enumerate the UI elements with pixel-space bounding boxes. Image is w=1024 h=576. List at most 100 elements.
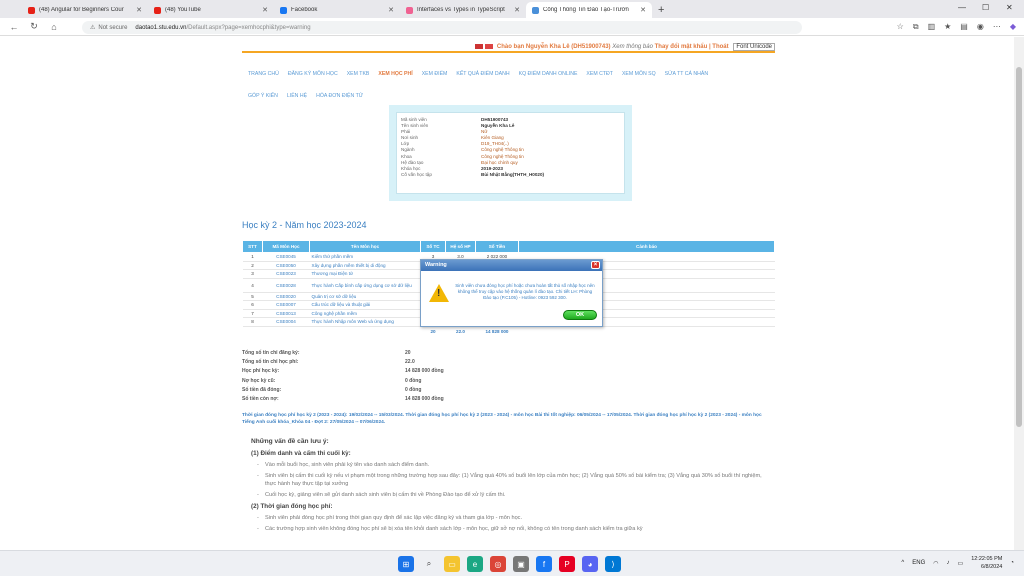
scrollbar-thumb[interactable] <box>1016 67 1022 427</box>
profile-icon[interactable]: ◉ <box>977 22 984 32</box>
nav-item[interactable]: XEM ĐIỂM <box>422 71 448 77</box>
column-header: Tên Môn học <box>309 240 421 253</box>
clock-date: 6/8/2024 <box>980 564 1003 570</box>
star-icon[interactable]: ☆ <box>897 22 904 32</box>
file-explorer-icon[interactable]: ▭ <box>444 556 460 572</box>
table-cell-empty <box>263 326 310 337</box>
tab-close-icon[interactable]: ✕ <box>388 6 394 14</box>
column-header: Mã Môn Học <box>262 240 310 253</box>
user-bar: Chào bạn Nguyễn Kha Lê (DH51900743) Xem … <box>242 43 775 51</box>
info-value: Bùi Nhật Bằng(THTH_H0020) <box>481 171 545 177</box>
table-cell-code: CSE0020 <box>262 292 310 301</box>
window-maximize-icon[interactable]: ☐ <box>982 3 989 12</box>
wifi-icon[interactable]: ◠ <box>933 560 938 567</box>
search-icon[interactable]: ⌕ <box>421 556 437 572</box>
favorites-icon[interactable]: ★ <box>944 22 951 32</box>
table-cell-code: CSE0023 <box>262 269 310 279</box>
nav-item[interactable]: GÓP Ý KIẾN <box>248 93 278 99</box>
note-item: Các trường hợp sinh viên không đóng học … <box>257 525 771 533</box>
tab-close-icon[interactable]: ✕ <box>136 6 142 14</box>
nav-item[interactable]: XEM CTĐT <box>586 71 613 77</box>
battery-icon[interactable]: ▭ <box>958 560 964 567</box>
browser-tab[interactable]: Facebook ✕ <box>274 2 400 18</box>
pinterest-icon[interactable]: P <box>559 556 575 572</box>
table-cell-empty <box>310 326 421 337</box>
browser-tab[interactable]: Interfaces vs Types in TypeScript ✕ <box>400 2 526 18</box>
close-icon[interactable]: × <box>591 261 600 269</box>
table-cell-stt: 8 <box>242 317 263 327</box>
vscode-icon[interactable]: ⟩ <box>605 556 621 572</box>
summary-value: 0 đồng <box>405 386 422 393</box>
store-icon[interactable]: ▣ <box>513 556 529 572</box>
nav-item[interactable]: HÓA ĐƠN ĐIỆN TỬ <box>316 93 363 99</box>
nav-item[interactable]: ĐĂNG KÝ MÔN HỌC <box>288 71 338 77</box>
split-icon[interactable]: ▥ <box>928 22 936 32</box>
nav-item[interactable]: TRANG CHỦ <box>248 71 279 77</box>
home-icon[interactable]: ⌂ <box>46 22 62 32</box>
chrome-icon[interactable]: ◎ <box>490 556 506 572</box>
summary-value: 14 828 000 đồng <box>405 368 444 375</box>
column-header: Số Tiền <box>475 240 519 253</box>
window-minimize-icon[interactable]: — <box>958 3 966 12</box>
edge-icon[interactable]: e <box>467 556 483 572</box>
flag-icon <box>485 43 494 49</box>
tray-chevron-icon[interactable]: ^ <box>901 560 904 566</box>
facebook-icon[interactable]: f <box>536 556 552 572</box>
main-nav: TRANG CHỦ ĐĂNG KÝ MÔN HỌC XEM TKB XEM HỌC P… <box>248 63 768 107</box>
nav-item[interactable]: SỬA TT CÁ NHÂN <box>665 71 708 77</box>
extensions-icon[interactable]: ⧉ <box>913 22 919 32</box>
tab-title: Facebook <box>291 7 318 13</box>
summary-label: Tổng số tín chỉ học phí: <box>242 359 299 366</box>
language-indicator[interactable]: ENG <box>912 560 925 566</box>
tab-favicon-icon <box>532 6 539 14</box>
nav-item[interactable]: XEM MÔN SQ <box>622 71 656 77</box>
warning-icon: ⚠ <box>90 25 96 31</box>
table-cell-name: Thực hành Nhập môn Web và ứng dụng <box>309 317 421 327</box>
ok-button[interactable]: OK <box>563 310 597 320</box>
back-icon[interactable]: ← <box>6 22 22 32</box>
windows-start-icon[interactable]: ⊞ <box>398 556 414 572</box>
nav-item[interactable]: LIÊN HỆ <box>287 93 307 99</box>
browser-tab[interactable]: (48) Angular for Beginners Cour ✕ <box>22 2 148 18</box>
account-actions[interactable]: Thay đổi mật khẩu | Thoát <box>655 44 729 50</box>
address-bar[interactable]: ⚠ Not secure daotao1.stu.edu.vn /Default… <box>82 21 802 34</box>
tab-close-icon[interactable]: ✕ <box>262 6 268 14</box>
summary-row: Tổng số tín chỉ học phí: 22.0 <box>242 358 444 367</box>
nav-item[interactable]: KẾT QUẢ ĐIỂM DANH <box>456 71 509 77</box>
browser-extension-icons: ☆ ⧉ ▥ ★ ▤ ◉ ⋯ ◆ <box>897 22 1016 32</box>
system-clock[interactable]: 12:22:05 PM 6/8/2024 <box>971 555 1002 571</box>
table-cell-name: Xây dựng phần mềm thiết bị di động <box>309 261 421 270</box>
more-icon[interactable]: ⋯ <box>993 22 1001 32</box>
new-tab-button[interactable]: + <box>658 4 664 16</box>
tab-close-icon[interactable]: ✕ <box>514 6 520 14</box>
window-close-icon[interactable]: ✕ <box>1006 3 1013 12</box>
system-tray: ^ ENG ◠ ♪ ▭ 12:22:05 PM 6/8/2024 ◔ <box>901 555 1014 571</box>
summary-value: 20 <box>405 350 411 356</box>
tab-close-icon[interactable]: ✕ <box>640 6 646 14</box>
total-tc: 20 <box>430 329 436 335</box>
table-cell-stt: 4 <box>242 278 263 293</box>
browser-tab[interactable]: Cổng Thông Tin Đào Tạo-Trườn ✕ <box>526 2 652 18</box>
table-cell-code: CSE0004 <box>262 317 310 327</box>
nav-item[interactable]: KQ ĐIỂM DANH ONLINE <box>519 71 578 77</box>
copilot-icon[interactable]: ◆ <box>1010 22 1016 32</box>
page-scrollbar[interactable] <box>1014 37 1024 550</box>
note-item: Sinh viên phải đóng học phí trong thời g… <box>257 514 771 522</box>
nav-item[interactable]: XEM TKB <box>347 71 370 77</box>
total-tien: 14 828 000 <box>485 329 509 335</box>
notification-icon[interactable]: ◔ <box>1010 560 1014 566</box>
volume-icon[interactable]: ♪ <box>947 560 950 566</box>
greeting-text: Chào bạn Nguyễn Kha Lê (DH51900743) <box>496 44 611 50</box>
summary-label: Tổng số tín chỉ đăng ký: <box>242 350 300 356</box>
browser-tab[interactable]: (48) YouTube ✕ <box>148 2 274 18</box>
font-select[interactable]: Font Unicode <box>733 43 775 51</box>
notes-section: Những vấn đề cần lưu ý: (1) Điểm danh và… <box>251 438 771 536</box>
summary-label: Số tiền đã đóng: <box>242 386 282 393</box>
refresh-icon[interactable]: ↻ <box>26 21 42 32</box>
discord-icon[interactable]: ◕ <box>582 556 598 572</box>
summary-row: Số tiền đã đóng: 0 đồng <box>242 386 444 395</box>
collections-icon[interactable]: ▤ <box>960 22 968 32</box>
table-cell-stt: 7 <box>242 309 263 318</box>
notice-link[interactable]: Xem thông báo <box>612 44 653 50</box>
nav-item[interactable]: XEM HỌC PHÍ <box>378 71 412 77</box>
